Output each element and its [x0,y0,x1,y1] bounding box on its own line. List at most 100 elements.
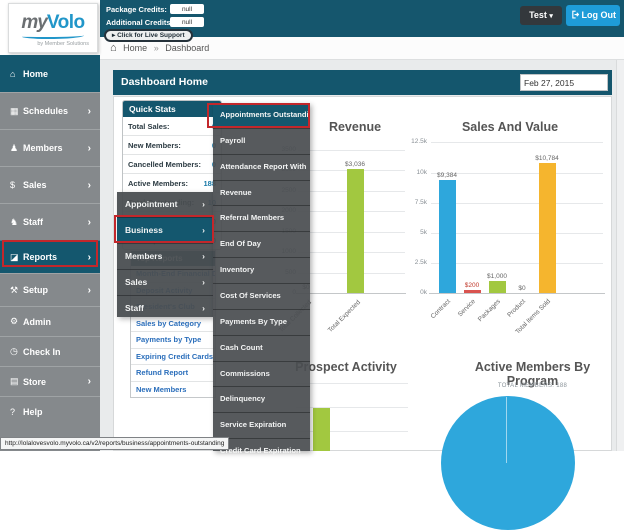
sales-value-bar: $1,000 [484,273,510,293]
sales-value-bar: $10,784 [534,155,560,293]
chevron-right-icon: › [88,143,91,154]
report-link-expiring-credit-cards[interactable]: Expiring Credit Cards [131,348,215,365]
live-support-button[interactable]: ▸ Click for Live Support [104,29,193,42]
stat-row: Cancelled Members: 0 [123,154,221,173]
logo-swoosh [22,33,84,39]
sidebar-item-sales[interactable]: $ Sales › [0,166,100,203]
logo-text: myVolo [9,13,97,32]
revenue-x-axis [296,293,406,294]
sales-value-bar: $9,384 [434,172,460,293]
sidebar-item-label: Schedules [23,106,68,116]
sales-value-chart-title: Sales And Value [425,120,595,134]
calendar-icon: ▦ [10,106,23,117]
sales-value-ytick: 7.5k [405,199,427,206]
bar-value-label: $10,784 [535,155,559,162]
quick-stats-title: Quick Stats [123,101,221,117]
bar-fill [464,290,481,293]
reports-submenu: Appointment › Business › Members › Sales… [117,192,213,317]
sales-value-ytick: 12.5k [405,138,427,145]
stat-label: Active Members: [128,179,188,188]
menu-item-payments-by-type[interactable]: Payments By Type [213,309,310,335]
sales-value-ytick: 2.5k [405,259,427,266]
menu-item-commissions[interactable]: Commissions [213,361,310,387]
report-link-payments-by-type[interactable]: Payments by Type [131,331,215,348]
stat-label: New Members: [128,141,181,150]
report-link-refund-report[interactable]: Refund Report [131,364,215,381]
sidebar-item-help[interactable]: ? Help [0,396,100,426]
sidebar-item-label: Members [23,143,63,153]
pie-slice-divider [506,397,507,463]
bar-value-label: $200 [465,282,479,289]
menu-item-inventory[interactable]: Inventory [213,257,310,283]
menu-item-service-expiration[interactable]: Service Expiration [213,412,310,438]
breadcrumb-home-link[interactable]: Home [123,43,147,53]
stat-row: New Members: 0 [123,135,221,154]
stat-row: Active Members: 188 [123,173,221,192]
help-icon: ? [10,407,23,417]
menu-item-staff[interactable]: Staff › [117,295,213,321]
user-menu-button[interactable]: Test ▾ [520,6,562,25]
menu-item-attendance-report-with[interactable]: Attendance Report With [213,154,310,180]
sidebar-item-label: Setup [23,285,48,295]
live-support-label: Click for Live Support [117,32,185,39]
active-members-pie [441,396,575,530]
dollar-icon: $ [10,180,23,190]
menu-item-label: Appointment [125,199,177,209]
stat-label: Total Sales: [128,122,170,131]
menu-item-cash-count[interactable]: Cash Count [213,335,310,361]
revenue-chart-title: Revenue [296,120,414,134]
sidebar-item-members[interactable]: ♟ Members › [0,129,100,166]
home-icon: ⌂ [10,69,23,79]
menu-item-revenue[interactable]: Revenue [213,180,310,206]
date-input[interactable] [520,74,608,91]
menu-item-label: Business [125,225,163,235]
chevron-right-icon: › [202,270,205,295]
sidebar-item-staff[interactable]: ♞ Staff › [0,203,100,240]
additional-credits-label: Additional Credits: [106,18,173,27]
sidebar-item-setup[interactable]: ⚒ Setup › [0,273,100,306]
menu-item-business[interactable]: Business › [117,217,213,243]
scrollbar-track[interactable] [616,60,624,451]
menu-item-label: Members [125,251,162,261]
report-link-new-members[interactable]: New Members [131,381,215,398]
logo-volo: Volo [47,12,85,33]
sidebar-item-admin[interactable]: ⚙ Admin [0,306,100,336]
sidebar-item-check-in[interactable]: ◷ Check In [0,336,100,366]
sidebar-item-label: Home [23,69,48,79]
menu-item-referral-members[interactable]: Referral Members [213,205,310,231]
menu-item-members[interactable]: Members › [117,243,213,269]
sidebar-item-schedules[interactable]: ▦ Schedules › [0,92,100,129]
chevron-right-icon: › [202,192,205,217]
sidebar-item-store[interactable]: ▤ Store › [0,366,100,396]
prospect-activity-bar [313,408,330,451]
menu-item-label: Sales [125,277,147,287]
sidebar-item-label: Admin [23,317,51,327]
menu-item-end-of-day[interactable]: End Of Day [213,231,310,257]
bar-chart-icon: ◪ [10,252,23,263]
bar-fill [489,281,506,293]
package-credits-input[interactable] [170,4,204,14]
user-menu-label: Test [529,10,547,20]
sales-value-ytick: 10k [405,169,427,176]
sidebar-item-home[interactable]: ⌂ Home [0,55,100,92]
menu-item-payroll[interactable]: Payroll [213,128,310,154]
wrench-icon: ⚒ [10,285,23,296]
menu-item-delinquency[interactable]: Delinquency [213,386,310,412]
stat-label: Cancelled Members: [128,160,201,169]
menu-item-appointment[interactable]: Appointment › [117,192,213,217]
revenue-bar-fill [347,169,364,293]
chevron-right-icon: › [202,244,205,269]
menu-item-sales[interactable]: Sales › [117,269,213,295]
sidebar-item-reports[interactable]: ◪ Reports › [0,240,100,273]
breadcrumb-separator: » [154,43,159,53]
bar-value-label: $9,384 [437,172,457,179]
sales-value-x-axis [429,293,605,294]
additional-credits-input[interactable] [170,17,204,27]
chevron-right-icon: › [202,296,205,321]
sales-value-bar: $0 [509,285,535,293]
menu-item-appointments-outstanding[interactable]: Appointments Outstanding [213,103,310,128]
menu-item-cost-of-services[interactable]: Cost Of Services [213,283,310,309]
person-icon: ♟ [10,143,23,154]
people-icon: ♞ [10,217,23,228]
logout-button[interactable]: Log Out [566,5,620,26]
